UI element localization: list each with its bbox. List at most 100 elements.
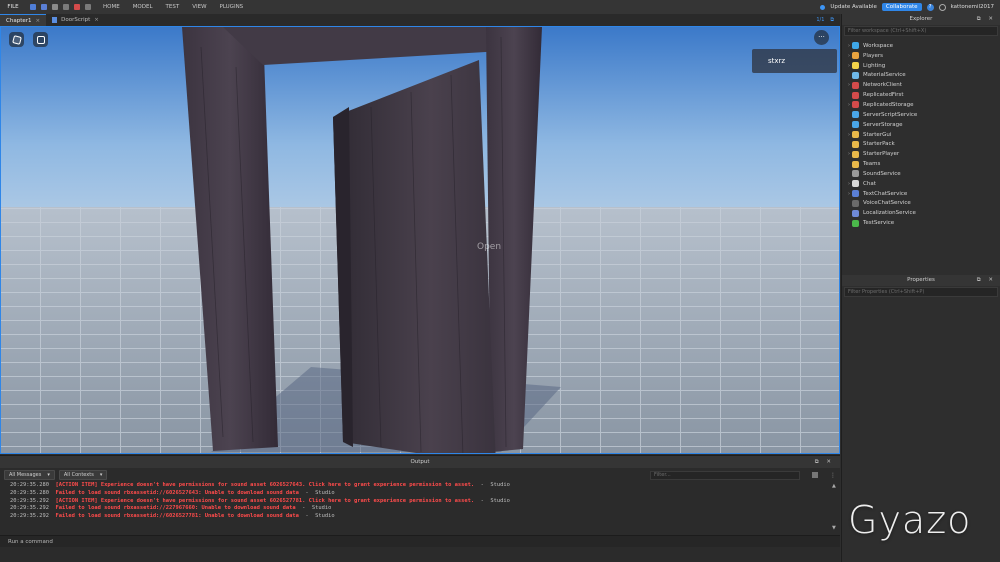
panel-controls[interactable]: ⧉ ✕: [977, 275, 996, 286]
explorer-item[interactable]: ServerStorage: [842, 120, 1000, 130]
close-icon[interactable]: ×: [36, 18, 41, 24]
proximity-prompt-label[interactable]: Open: [477, 242, 501, 252]
explorer-item[interactable]: › Workspace: [842, 41, 1000, 51]
tab-chapter1[interactable]: Chapter1 ×: [0, 14, 47, 26]
tab-label: DoorScript: [61, 17, 91, 23]
service-icon: [852, 131, 859, 139]
menu-test[interactable]: TEST: [166, 4, 180, 10]
service-icon: [852, 180, 859, 188]
more-options-button[interactable]: ···: [814, 30, 829, 45]
expand-arrow-icon[interactable]: ›: [842, 181, 852, 187]
restore-window-icon[interactable]: ⧉: [830, 17, 834, 23]
tab-doorscript[interactable]: DoorScript ×: [46, 14, 105, 26]
script-icon: [52, 17, 58, 23]
explorer-title: Explorer: [909, 16, 933, 22]
help-icon[interactable]: ?: [926, 3, 934, 11]
3d-viewport[interactable]: ··· stxrz Open: [0, 26, 840, 454]
explorer-item-label: StarterPack: [863, 141, 895, 148]
output-scrollbar[interactable]: ▲ ▼: [832, 483, 838, 533]
player-list[interactable]: stxrz: [752, 49, 837, 73]
username-label[interactable]: kattonemil2017: [951, 4, 994, 10]
clear-output-icon[interactable]: [812, 472, 818, 478]
log-line[interactable]: 20:29:35.280 [ACTION ITEM] Experience do…: [10, 482, 840, 490]
chevron-down-icon: ▾: [47, 472, 50, 478]
all-contexts-dropdown[interactable]: All Contexts ▾: [58, 470, 108, 480]
expand-arrow-icon[interactable]: ›: [842, 151, 852, 157]
expand-arrow-icon[interactable]: ›: [842, 132, 852, 138]
scroll-down-icon[interactable]: ▼: [832, 525, 838, 531]
explorer-item[interactable]: Teams: [842, 159, 1000, 169]
menu-plugins[interactable]: PLUGINS: [220, 4, 244, 10]
redo-icon[interactable]: [85, 4, 91, 10]
expand-arrow-icon[interactable]: ›: [842, 53, 852, 59]
explorer-header: Explorer ⧉ ✕: [842, 14, 1000, 25]
explorer-item[interactable]: › StarterGui: [842, 130, 1000, 140]
service-icon: [852, 101, 859, 109]
collaborate-button[interactable]: Collaborate: [881, 3, 922, 11]
explorer-item[interactable]: SoundService: [842, 169, 1000, 179]
log-message[interactable]: Failed to load sound rbxassetid://602652…: [55, 490, 298, 496]
explorer-item[interactable]: ServerScriptService: [842, 110, 1000, 120]
save-icon[interactable]: [30, 4, 36, 10]
menu-model[interactable]: MODEL: [133, 4, 153, 10]
visibility-counter[interactable]: 1/1: [816, 17, 824, 23]
explorer-item[interactable]: › TextChatService: [842, 189, 1000, 199]
expand-arrow-icon[interactable]: ›: [842, 43, 852, 49]
explorer-item[interactable]: TestService: [842, 218, 1000, 228]
file-menu[interactable]: FILE: [0, 4, 26, 10]
explorer-item[interactable]: StarterPack: [842, 139, 1000, 149]
panel-controls[interactable]: ⧉ ✕: [977, 14, 996, 25]
log-message[interactable]: [ACTION ITEM] Experience doesn't have pe…: [55, 482, 474, 488]
log-message[interactable]: [ACTION ITEM] Experience doesn't have pe…: [55, 498, 474, 504]
explorer-item[interactable]: › StarterPlayer: [842, 149, 1000, 159]
all-messages-dropdown[interactable]: All Messages ▾: [4, 470, 55, 480]
copy-icon[interactable]: [63, 4, 69, 10]
log-timestamp: 20:29:35.292: [10, 497, 49, 504]
share-icon[interactable]: [938, 3, 946, 11]
explorer-item-label: TextChatService: [863, 190, 908, 197]
explorer-item[interactable]: › ReplicatedStorage: [842, 100, 1000, 110]
service-icon: [852, 121, 859, 129]
explorer-item[interactable]: › Players: [842, 51, 1000, 61]
explorer-item[interactable]: LocalizationService: [842, 208, 1000, 218]
service-icon: [852, 62, 859, 70]
explorer-item[interactable]: › Chat: [842, 179, 1000, 189]
service-icon: [852, 91, 859, 99]
expand-arrow-icon[interactable]: ›: [842, 82, 852, 88]
plugin-icon[interactable]: [41, 4, 47, 10]
explorer-item[interactable]: ReplicatedFirst: [842, 90, 1000, 100]
log-message[interactable]: Failed to load sound rbxassetid://227967…: [55, 505, 295, 511]
log-message[interactable]: Failed to load sound rbxassetid://602652…: [55, 513, 298, 519]
log-line[interactable]: 20:29:35.292 Failed to load sound rbxass…: [10, 513, 840, 521]
menu-home[interactable]: HOME: [103, 4, 120, 10]
stop-icon[interactable]: [74, 4, 80, 10]
update-available-link[interactable]: Update Available: [830, 4, 877, 10]
service-icon: [852, 219, 859, 227]
menu-view[interactable]: VIEW: [192, 4, 206, 10]
log-line[interactable]: 20:29:35.280 Failed to load sound rbxass…: [10, 490, 840, 498]
close-icon[interactable]: ×: [94, 17, 99, 23]
service-icon: [852, 111, 859, 119]
roblox-menu-button[interactable]: [9, 32, 24, 47]
top-menu-bar: FILE HOME MODEL TEST VIEW PLUGINS Update…: [0, 0, 1000, 14]
dropdown-label: All Messages: [9, 472, 42, 478]
scroll-up-icon[interactable]: ▲: [832, 483, 838, 489]
chat-toggle-button[interactable]: [33, 32, 48, 47]
expand-arrow-icon[interactable]: ›: [842, 191, 852, 197]
explorer-item[interactable]: MaterialService: [842, 71, 1000, 81]
command-bar-input[interactable]: Run a command: [0, 535, 840, 547]
explorer-filter-input[interactable]: Filter workspace (Ctrl+Shift+X): [844, 26, 998, 36]
output-filter-input[interactable]: Filter...: [650, 470, 800, 480]
expand-arrow-icon[interactable]: ›: [842, 102, 852, 108]
scene-render: [1, 27, 839, 453]
explorer-item[interactable]: VoiceChatService: [842, 199, 1000, 209]
explorer-item[interactable]: › Lighting: [842, 61, 1000, 71]
panel-controls[interactable]: ⧉ ✕: [815, 456, 834, 468]
properties-filter-input[interactable]: Filter Properties (Ctrl+Shift+P): [844, 287, 998, 297]
log-line[interactable]: 20:29:35.292 Failed to load sound rbxass…: [10, 505, 840, 513]
log-line[interactable]: 20:29:35.292 [ACTION ITEM] Experience do…: [10, 498, 840, 506]
undo-icon[interactable]: [52, 4, 58, 10]
explorer-item[interactable]: › NetworkClient: [842, 80, 1000, 90]
more-options-icon[interactable]: ⋮: [830, 472, 836, 479]
expand-arrow-icon[interactable]: ›: [842, 63, 852, 69]
